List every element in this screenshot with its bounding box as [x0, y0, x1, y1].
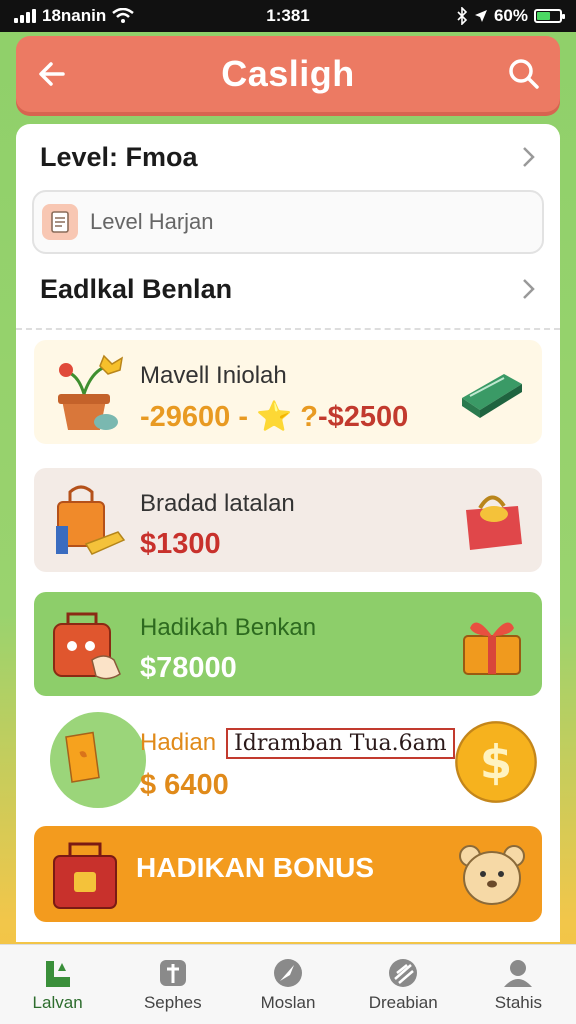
tab-label: Dreabian [368, 992, 438, 1012]
book-icon [65, 731, 100, 783]
map-icon [389, 958, 418, 987]
search-button[interactable] [504, 54, 544, 94]
card-amount: $1300 [140, 528, 221, 560]
tab-lalvan[interactable]: Lalvan [0, 945, 115, 1024]
dollar-coin-icon: $ [455, 721, 537, 803]
reward-card[interactable]: Hadikah Benkan $78000 [34, 592, 542, 696]
gift-box-icon [463, 622, 521, 675]
reward-card[interactable]: Mavell Iniolah -29600 - ⭐ ?-$2500 [34, 340, 542, 444]
chevron-right-icon [523, 147, 535, 167]
bonus-card[interactable]: HADIKAN BONUS [34, 826, 542, 922]
location-icon [474, 10, 487, 22]
document-icon [42, 204, 78, 240]
level-field-text: Level Harjan [90, 209, 214, 234]
briefcase-hand-icon [53, 612, 121, 680]
battery-icon [534, 9, 565, 23]
tab-label: Moslan [260, 992, 316, 1012]
status-bar: 18nanin 1:381 60% [0, 0, 576, 32]
content-panel: Level: Fmoa Level Harjan Eadlkal Benlan [16, 124, 560, 942]
bear-mascot-icon [459, 845, 525, 905]
search-icon [509, 59, 539, 89]
card-title: Mavell Iniolah [140, 362, 287, 389]
chevron-right-icon [523, 279, 535, 299]
level-field[interactable]: Level Harjan [32, 190, 544, 254]
back-button[interactable] [32, 54, 72, 94]
shopping-bag-icon [56, 485, 126, 555]
profile-icon [504, 959, 533, 987]
section-link-label: Eadlkal Benlan [40, 273, 233, 304]
bonus-label: HADIKAN BONUS [136, 852, 374, 883]
gift-bag-icon [466, 495, 522, 550]
card-title: Bradad latalan [140, 490, 295, 517]
tab-stahis[interactable]: Stahis [461, 945, 576, 1024]
carrier-name: 18nanin [42, 6, 107, 25]
reward-card[interactable]: Hadian Idramban Tua.6am $ 6400 $ [34, 708, 542, 818]
cash-bundle-icon [462, 374, 522, 418]
tab-sephes[interactable]: Sephes [115, 945, 230, 1024]
tab-label: Lalvan [32, 992, 83, 1012]
card-title: Hadian Idramban Tua.6am [140, 728, 455, 759]
reward-card[interactable]: Bradad latalan $1300 [34, 468, 542, 572]
tab-dreabian[interactable]: Dreabian [346, 945, 461, 1024]
divider [16, 328, 560, 330]
arrow-left-icon [39, 62, 65, 86]
compass-icon [274, 958, 302, 987]
card-title: Hadikah Benkan [140, 614, 317, 641]
signal-icon [14, 9, 36, 23]
tab-moslan[interactable]: Moslan [230, 945, 345, 1024]
tab-bar: Lalvan Sephes Moslan Dreabian Stahis [0, 944, 576, 1024]
level-row[interactable]: Level: Fmoa [16, 124, 560, 190]
tab-label: Stahis [494, 992, 543, 1012]
level-link-label: Level: Fmoa [40, 141, 198, 172]
tab-label: Sephes [143, 992, 202, 1012]
promo-tag[interactable]: Idramban Tua.6am [226, 728, 455, 759]
page-title: Casligh [221, 53, 355, 94]
card-amount: $78000 [140, 652, 237, 684]
bluetooth-icon [457, 7, 468, 25]
treasure-chest-icon [53, 842, 117, 909]
app-header: Casligh [16, 36, 560, 112]
svg-text:$: $ [480, 736, 512, 790]
battery-percent: 60% [493, 6, 528, 25]
card-amount: $ 6400 [140, 769, 229, 801]
home-icon [45, 960, 70, 987]
section-row[interactable]: Eadlkal Benlan [16, 254, 560, 324]
book-icon [159, 959, 186, 986]
card-amount: -29600 - ⭐ ?-$2500 [140, 401, 409, 433]
wifi-icon [112, 8, 135, 23]
flower-pot-icon [58, 354, 124, 430]
